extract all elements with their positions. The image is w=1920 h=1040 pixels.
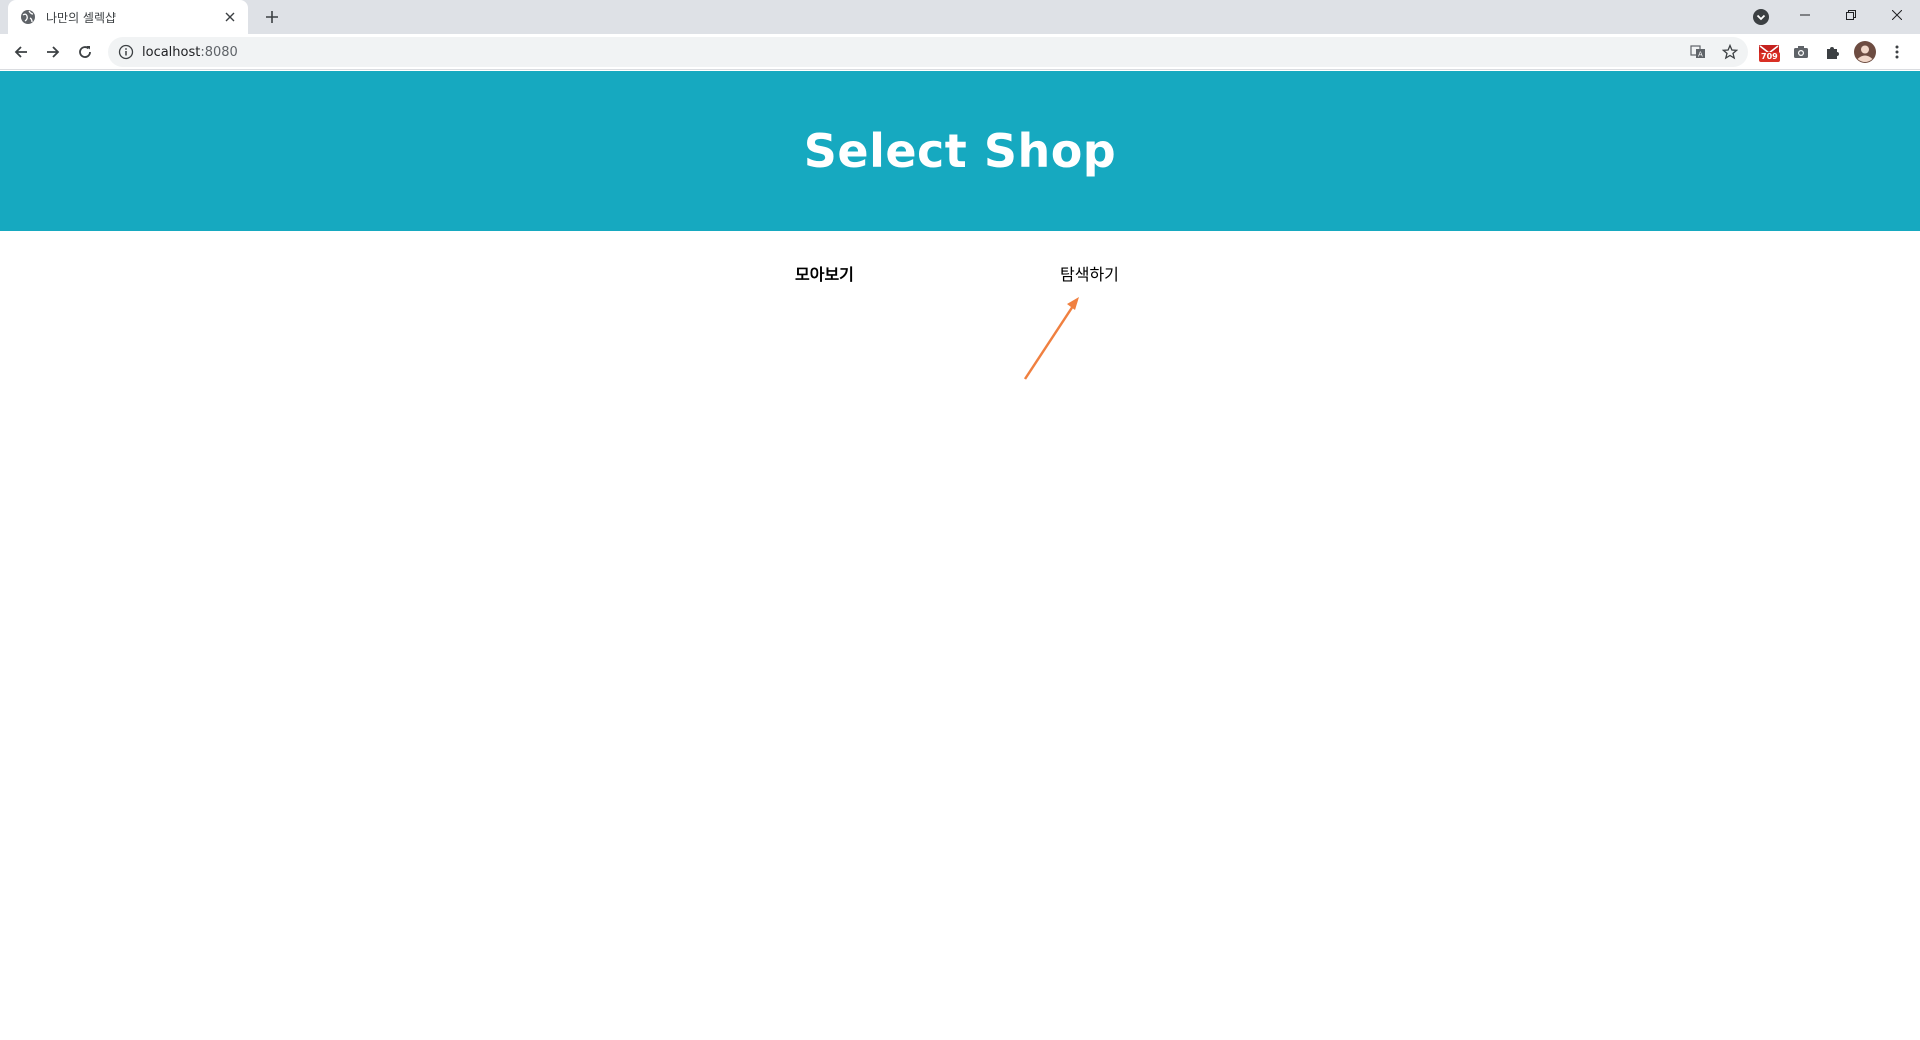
back-arrow-icon[interactable] [9,40,33,64]
address-bar[interactable]: localhost:8080 A [108,37,1748,67]
browser-tab[interactable]: 나만의 셀렉샵 [8,0,248,34]
tab-explore[interactable]: 탐색하기 [1060,261,1119,285]
new-tab-icon[interactable] [262,7,282,27]
svg-text:A: A [1698,51,1703,59]
tab-search-icon[interactable] [1752,8,1770,26]
url-host: localhost [142,44,201,60]
close-window-icon[interactable] [1874,0,1920,30]
camera-icon[interactable] [1789,40,1813,64]
profile-avatar[interactable] [1853,40,1877,64]
bookmark-star-icon[interactable] [1718,37,1742,67]
globe-icon [20,9,36,25]
kebab-menu-icon[interactable] [1885,40,1909,64]
translate-icon[interactable]: A [1686,37,1710,67]
minimize-icon[interactable] [1782,0,1828,30]
browser-tabstrip: 나만의 셀렉샵 [0,0,1920,34]
site-header: Select Shop [0,71,1920,231]
tab-collect[interactable]: 모아보기 [795,261,854,285]
site-title: Select Shop [803,124,1117,178]
url-text: localhost:8080 [142,45,238,60]
mail-extension-icon[interactable]: 709 [1757,40,1781,64]
annotation-arrow-icon [1023,297,1079,380]
close-tab-icon[interactable] [222,9,238,25]
restore-icon[interactable] [1828,0,1874,30]
tab-title: 나만의 셀렉샵 [46,10,117,25]
reload-icon[interactable] [73,40,97,64]
forward-arrow-icon[interactable] [41,40,65,64]
nav-tabs: 모아보기 탐색하기 [0,261,1920,291]
browser-toolbar: localhost:8080 A 709 [0,34,1920,70]
extensions-puzzle-icon[interactable] [1821,40,1845,64]
url-port: :8080 [200,44,238,60]
page-content: Select Shop 모아보기 탐색하기 [0,71,1920,1040]
mail-badge: 709 [1759,52,1780,62]
info-icon[interactable] [118,44,134,60]
